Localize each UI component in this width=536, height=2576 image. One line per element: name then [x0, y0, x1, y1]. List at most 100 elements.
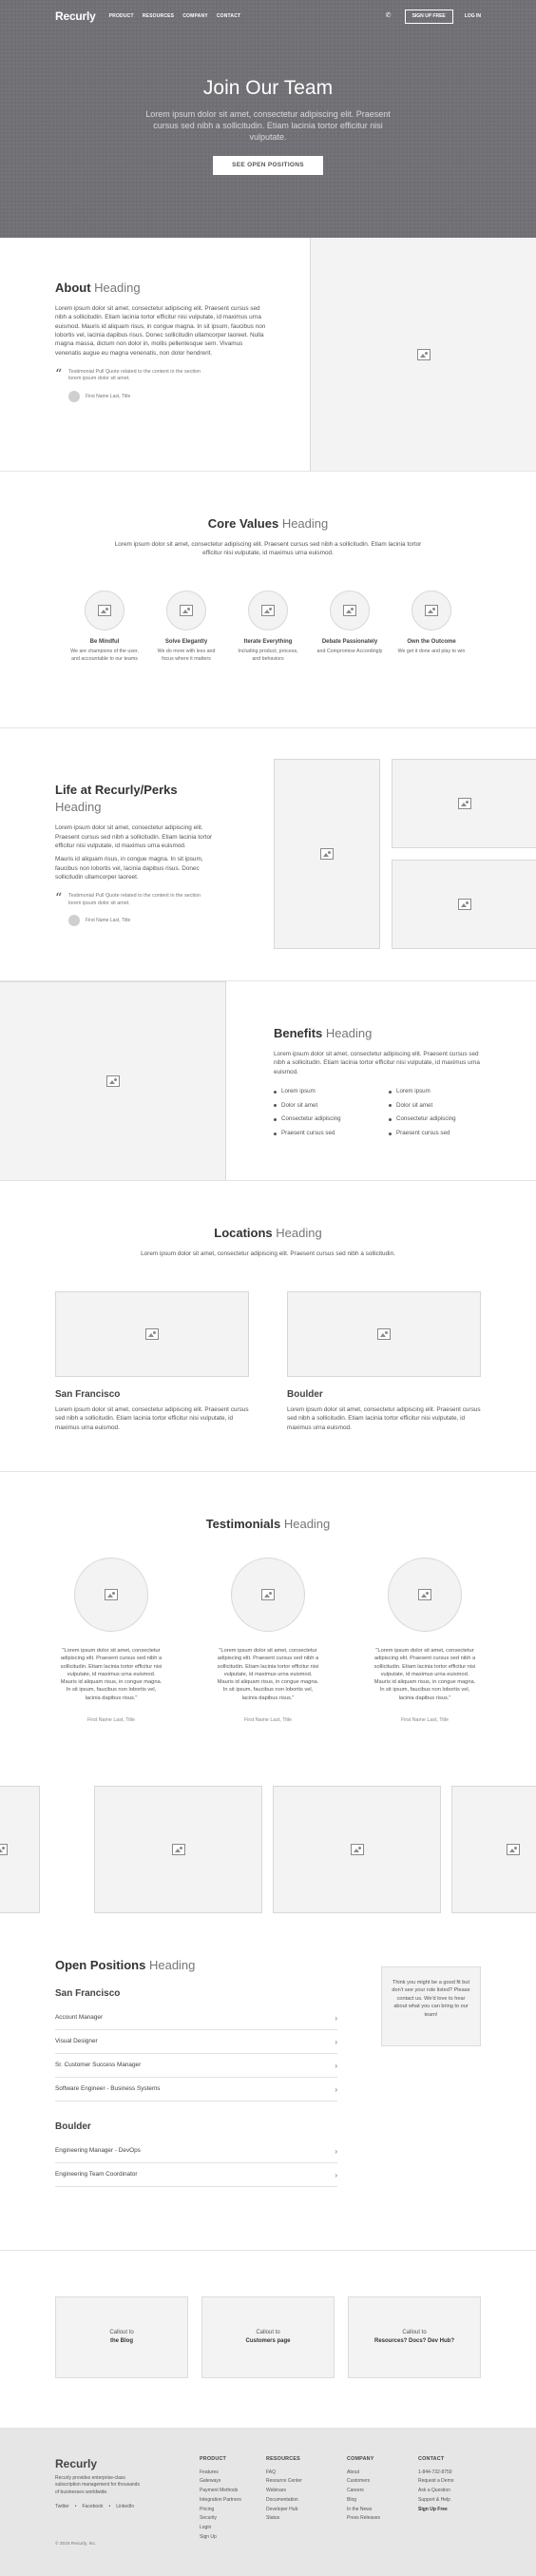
footer-link[interactable]: Status	[266, 2514, 333, 2524]
see-open-positions-button[interactable]: SEE OPEN POSITIONS	[213, 156, 323, 175]
footer-link[interactable]: Gateways	[200, 2477, 266, 2487]
footer-link[interactable]: In the News	[347, 2506, 413, 2515]
list-item: Praesent cursus sed	[389, 1130, 485, 1138]
footer-link[interactable]: Payment Methods	[200, 2487, 266, 2496]
footer-link[interactable]: Resource Center	[266, 2477, 333, 2487]
list-item: Lorem ipsum	[274, 1088, 370, 1096]
value-item: Solve Elegantly We do more with less and…	[152, 590, 220, 663]
locations-intro: Lorem ipsum dolor sit amet, consectetur …	[141, 1250, 395, 1258]
benefits-section: Benefits Heading Lorem ipsum dolor sit a…	[0, 981, 536, 1181]
linkedin-link[interactable]: LinkedIn	[116, 2504, 134, 2510]
footer-logo[interactable]: Recurly	[55, 2456, 97, 2472]
signup-button[interactable]: SIGN UP FREE	[404, 9, 453, 24]
footer-phone[interactable]: 1-844-732-8759	[418, 2469, 485, 2478]
list-item: Consectetur adipiscing	[274, 1115, 370, 1124]
value-title: Own the Outcome	[407, 638, 456, 645]
job-title: Engineering Team Coordinator	[55, 2170, 138, 2178]
image-icon	[261, 604, 275, 616]
facebook-link[interactable]: Facebook	[83, 2504, 104, 2510]
gallery-image[interactable]	[451, 1786, 536, 1913]
positions-heading: Open Positions Heading	[55, 1958, 196, 1972]
about-quote: “ Testimonial Pull Quote related to the …	[55, 367, 269, 402]
footer-col-title: COMPANY	[347, 2456, 374, 2462]
value-title: Be Mindful	[89, 638, 120, 645]
location-name: San Francisco	[55, 1389, 121, 1400]
footer-link[interactable]: Security	[200, 2514, 266, 2524]
callout-line: Callout to	[109, 2330, 134, 2335]
logo[interactable]: Recurly	[55, 9, 96, 25]
nav-item-product[interactable]: PRODUCT	[109, 13, 134, 20]
location-card: Boulder Lorem ipsum dolor sit amet, cons…	[287, 1291, 481, 1432]
image-icon	[416, 349, 431, 360]
value-desc: We are champions of the user, and accoun…	[70, 649, 139, 662]
callouts-section: Callout to the Blog Callout to Customers…	[0, 2251, 536, 2428]
footer-link[interactable]: Customers	[347, 2477, 413, 2487]
callout-blog[interactable]: Callout to the Blog	[55, 2296, 188, 2378]
city-title: San Francisco	[55, 1988, 121, 2000]
job-row[interactable]: Software Engineer - Business Systems ›	[55, 2078, 337, 2102]
footer-link[interactable]: About	[347, 2469, 413, 2478]
value-image	[85, 590, 124, 630]
footer-link[interactable]: Developer Hub	[266, 2506, 333, 2515]
testimonial-photo	[388, 1558, 462, 1632]
footer-link[interactable]: Pricing	[200, 2506, 266, 2515]
image-icon	[105, 1075, 120, 1087]
hero-subtitle: Lorem ipsum dolor sit amet, consectetur …	[145, 109, 391, 142]
city-title: Boulder	[55, 2121, 91, 2133]
footer-link[interactable]: Blog	[347, 2496, 413, 2506]
nav-item-contact[interactable]: CONTACT	[217, 13, 240, 20]
footer-link[interactable]: Ask a Question	[418, 2487, 485, 2496]
footer-signup-link[interactable]: Sign Up Free	[418, 2506, 485, 2515]
top-nav: Recurly PRODUCT RESOURCES COMPANY CONTAC…	[55, 9, 481, 25]
image-icon	[377, 1328, 391, 1340]
job-row[interactable]: Sr. Customer Success Manager ›	[55, 2054, 337, 2079]
job-row[interactable]: Account Manager ›	[55, 2006, 337, 2031]
avatar	[68, 915, 80, 927]
footer-link[interactable]: Request a Demo	[418, 2477, 485, 2487]
chevron-right-icon: ›	[335, 2013, 337, 2023]
nav-links: PRODUCT RESOURCES COMPANY CONTACT	[109, 13, 241, 20]
hero-section: Recurly PRODUCT RESOURCES COMPANY CONTAC…	[0, 0, 536, 238]
job-row[interactable]: Visual Designer ›	[55, 2030, 337, 2055]
footer-link[interactable]: Careers	[347, 2487, 413, 2496]
footer-link[interactable]: Support & Help	[418, 2496, 485, 2506]
location-card: San Francisco Lorem ipsum dolor sit amet…	[55, 1291, 249, 1432]
photo-gallery	[0, 1786, 536, 1913]
value-title: Solve Elegantly	[164, 638, 208, 645]
gallery-image[interactable]	[94, 1786, 262, 1913]
gallery-image[interactable]	[273, 1786, 441, 1913]
footer-link[interactable]: Sign Up	[200, 2533, 266, 2543]
callout-customers[interactable]: Callout to Customers page	[201, 2296, 335, 2378]
phone-icon[interactable]: ✆	[386, 12, 393, 20]
footer-col-company: COMPANY About Customers Careers Blog In …	[347, 2456, 413, 2524]
quote-author: First Name Last, Title	[68, 915, 226, 927]
footer-col-product: PRODUCT Features Gateways Payment Method…	[200, 2456, 266, 2543]
footer-link[interactable]: Integration Partners	[200, 2496, 266, 2506]
login-link[interactable]: LOG IN	[465, 13, 481, 20]
footer-link[interactable]: Webinars	[266, 2487, 333, 2496]
footer-link[interactable]: Login	[200, 2524, 266, 2533]
job-row[interactable]: Engineering Team Coordinator ›	[55, 2163, 337, 2188]
callout-resources[interactable]: Callout to Resources? Docs? Dev Hub?	[348, 2296, 481, 2378]
footer-link[interactable]: FAQ	[266, 2469, 333, 2478]
job-title: Visual Designer	[55, 2037, 98, 2044]
job-row[interactable]: Engineering Manager - DevOps ›	[55, 2140, 337, 2164]
value-image	[166, 590, 206, 630]
list-item: Praesent cursus sed	[274, 1130, 370, 1138]
footer-link[interactable]: Press Releases	[347, 2514, 413, 2524]
life-section: Life at Recurly/Perks Heading Lorem ipsu…	[0, 728, 536, 981]
callout-target: Resources? Docs? Dev Hub?	[373, 2338, 455, 2344]
nav-item-resources[interactable]: RESOURCES	[143, 13, 174, 20]
value-image	[412, 590, 451, 630]
footer-link[interactable]: Features	[200, 2469, 266, 2478]
footer-link[interactable]: Documentation	[266, 2496, 333, 2506]
image-icon	[457, 798, 471, 809]
city-block-boulder: Boulder Engineering Manager - DevOps › En…	[55, 2121, 337, 2188]
gallery-image[interactable]	[0, 1786, 40, 1913]
life-text: Life at Recurly/Perks Heading Lorem ipsu…	[55, 782, 226, 927]
chevron-right-icon: ›	[335, 2146, 337, 2156]
list-item: Dolor sit amet	[389, 1102, 485, 1111]
careers-page: Recurly PRODUCT RESOURCES COMPANY CONTAC…	[0, 0, 536, 2576]
twitter-link[interactable]: Twitter	[55, 2504, 69, 2510]
nav-item-company[interactable]: COMPANY	[182, 13, 208, 20]
